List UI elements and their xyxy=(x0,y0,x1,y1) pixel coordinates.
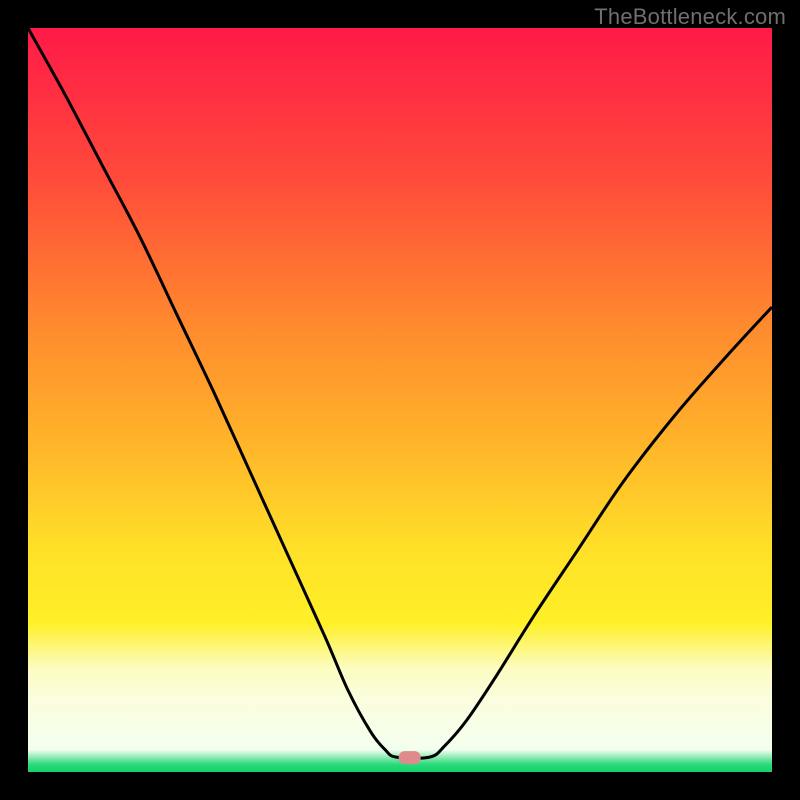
watermark-label: TheBottleneck.com xyxy=(594,4,786,30)
plot-background xyxy=(28,28,772,772)
chart-frame: TheBottleneck.com xyxy=(0,0,800,800)
bottleneck-chart xyxy=(0,0,800,800)
optimum-marker xyxy=(399,751,421,764)
